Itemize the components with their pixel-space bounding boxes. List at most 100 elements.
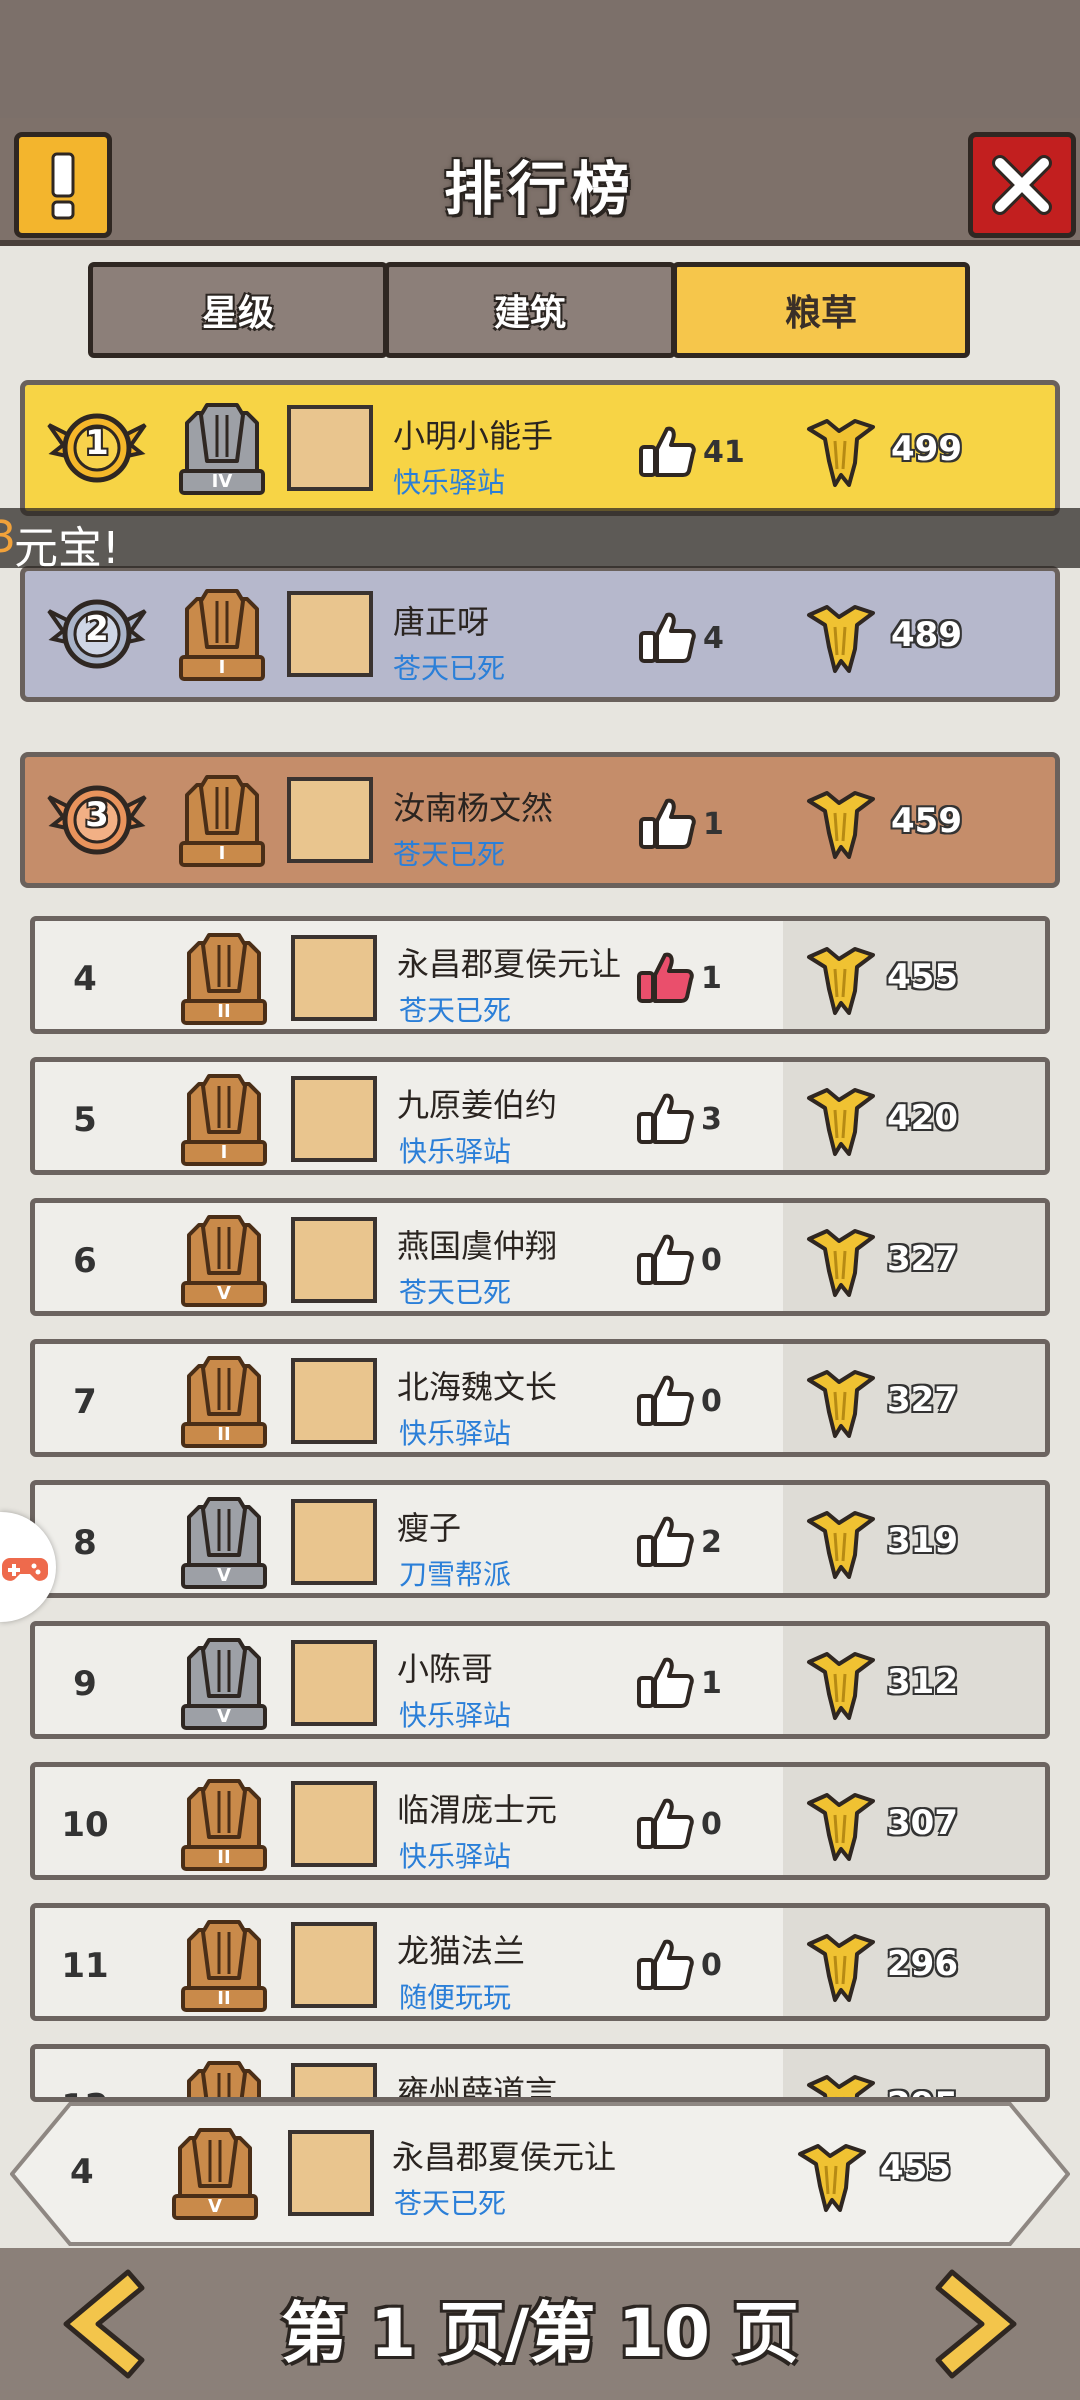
rank-number: 3: [85, 795, 109, 835]
rank-number: 7: [73, 1382, 97, 1422]
rank-row[interactable]: 7 II 北海魏文长快乐驿站 0 327: [30, 1339, 1050, 1457]
tier-label: II: [217, 1001, 231, 1022]
guild-name: 随便玩玩: [399, 1981, 512, 2014]
grain-icon: [807, 605, 875, 673]
my-avatar[interactable]: [288, 2130, 374, 2216]
grain-icon-wrap: [805, 1926, 877, 2008]
player-avatar[interactable]: [287, 591, 373, 677]
like-button[interactable]: 0: [635, 1231, 755, 1291]
player-avatar[interactable]: [291, 1358, 377, 1444]
player-avatar[interactable]: [287, 405, 373, 491]
like-button[interactable]: 41: [637, 423, 757, 483]
like-count: 41: [703, 435, 745, 470]
thumbs-up-icon: [637, 1234, 694, 1285]
top-rank-row[interactable]: 3 I 汝南杨文然 苍天已死 1 459: [20, 752, 1060, 888]
like-count: 1: [701, 1666, 722, 1701]
guild-name: 快乐驿站: [399, 1699, 512, 1732]
my-player-name: 永昌郡夏侯元让: [392, 2138, 617, 2176]
top-rank-row[interactable]: 1 IV 小明小能手 快乐驿站 41 499: [20, 380, 1060, 516]
player-avatar[interactable]: [291, 1076, 377, 1162]
player-name: 九原姜伯约: [397, 1086, 558, 1124]
score-value: 455: [887, 957, 958, 997]
thumbs-up-icon: [637, 1798, 694, 1849]
my-rank-badge: V: [170, 2126, 260, 2226]
player-name: 龙猫法兰: [397, 1932, 526, 1970]
guild-name: 苍天已死: [399, 1276, 512, 1309]
score-value: 459: [891, 801, 962, 841]
top-bar: [0, 0, 1080, 118]
top-rank-row[interactable]: 2 I 唐正呀 苍天已死 4 489: [20, 566, 1060, 702]
player-name: 北海魏文长: [397, 1368, 558, 1406]
tab-stars[interactable]: 星级: [88, 262, 388, 358]
player-avatar[interactable]: [287, 777, 373, 863]
next-page-button[interactable]: [932, 2266, 1022, 2382]
rank-row[interactable]: 6 V 燕国虞仲翔 苍天已死 0 327: [30, 1198, 1050, 1316]
grain-icon: [807, 1793, 875, 1861]
like-count: 0: [701, 1243, 722, 1278]
grain-icon-wrap: [805, 783, 877, 865]
grain-icon: [807, 419, 875, 487]
tier-label: II: [217, 1424, 231, 1445]
like-button[interactable]: 0: [635, 1372, 755, 1432]
player-name: 永昌郡夏侯元让: [397, 945, 622, 983]
player-name: 瘦子: [397, 1509, 462, 1547]
thumbs-up-icon: [637, 952, 694, 1003]
rank-row[interactable]: 5 I 九原姜伯约 快乐驿站 3 420: [30, 1057, 1050, 1175]
tier-label: V: [217, 1565, 231, 1586]
player-avatar[interactable]: [291, 1922, 377, 2008]
player-avatar[interactable]: [291, 1781, 377, 1867]
player-avatar[interactable]: [291, 1640, 377, 1726]
tier-label: II: [217, 1847, 231, 1868]
score-value: 327: [887, 1380, 958, 1420]
player-avatar[interactable]: [291, 1217, 377, 1303]
grain-icon: [807, 2075, 875, 2097]
like-button[interactable]: 1: [635, 1654, 755, 1714]
like-count: 4: [703, 621, 724, 656]
rank-row[interactable]: 4 II 永昌郡夏侯元让 苍天已死 1 455: [30, 916, 1050, 1034]
like-button[interactable]: 1: [637, 795, 757, 855]
tab-provisions[interactable]: 粮草: [672, 262, 970, 358]
rank-number: 6: [73, 1241, 97, 1281]
like-button[interactable]: 0: [635, 1795, 755, 1855]
thumbs-up-icon: [639, 612, 696, 663]
rank-number: 10: [61, 1805, 109, 1845]
like-count: 0: [701, 1807, 722, 1842]
like-count: 2: [701, 1525, 722, 1560]
rank-row[interactable]: 11 II 龙猫法兰 随便玩玩 0 296: [30, 1903, 1050, 2021]
player-name: 小陈哥: [397, 1650, 494, 1688]
score-value: 295: [887, 2085, 958, 2097]
guild-name: 快乐驿站: [399, 1417, 512, 1450]
thumbs-up-icon: [637, 1093, 694, 1144]
rank-row[interactable]: 9 V 小陈哥 快乐驿站 1 312: [30, 1621, 1050, 1739]
rank-row[interactable]: 8 V 瘦子 刀雪帮派 2 319: [30, 1480, 1050, 1598]
like-button[interactable]: 0: [635, 1936, 755, 1996]
grain-icon-wrap: [805, 597, 877, 679]
grain-icon: [807, 1229, 875, 1297]
player-avatar[interactable]: [291, 2063, 377, 2097]
rank-row[interactable]: 12 雍州薛道言 295: [30, 2044, 1050, 2102]
player-avatar[interactable]: [291, 1499, 377, 1585]
grain-icon-wrap: [805, 1221, 877, 1303]
tab-buildings[interactable]: 建筑: [384, 262, 676, 358]
player-name: 唐正呀: [393, 603, 490, 641]
rank-row[interactable]: 10 II 临渭庞士元 快乐驿站 0 307: [30, 1762, 1050, 1880]
close-button[interactable]: [968, 132, 1076, 238]
guild-name: 快乐驿站: [399, 1135, 512, 1168]
thumbs-up-icon: [637, 1516, 694, 1567]
grain-icon: [807, 1652, 875, 1720]
player-avatar[interactable]: [291, 935, 377, 1021]
grain-icon: [807, 1934, 875, 2002]
like-button[interactable]: 3: [635, 1090, 755, 1150]
grain-icon-wrap: [805, 939, 877, 1021]
grain-icon: [798, 2144, 866, 2212]
like-button[interactable]: 1: [635, 949, 755, 1009]
grain-icon: [796, 2136, 868, 2214]
thumbs-up-icon: [637, 1939, 694, 1990]
guild-name: 快乐驿站: [399, 1840, 512, 1873]
notification-text: 元宝!: [14, 523, 120, 574]
tier-label: V: [217, 1283, 231, 1304]
grain-icon: [807, 1370, 875, 1438]
like-button[interactable]: 2: [635, 1513, 755, 1573]
close-icon: [992, 155, 1052, 215]
like-button[interactable]: 4: [637, 609, 757, 669]
